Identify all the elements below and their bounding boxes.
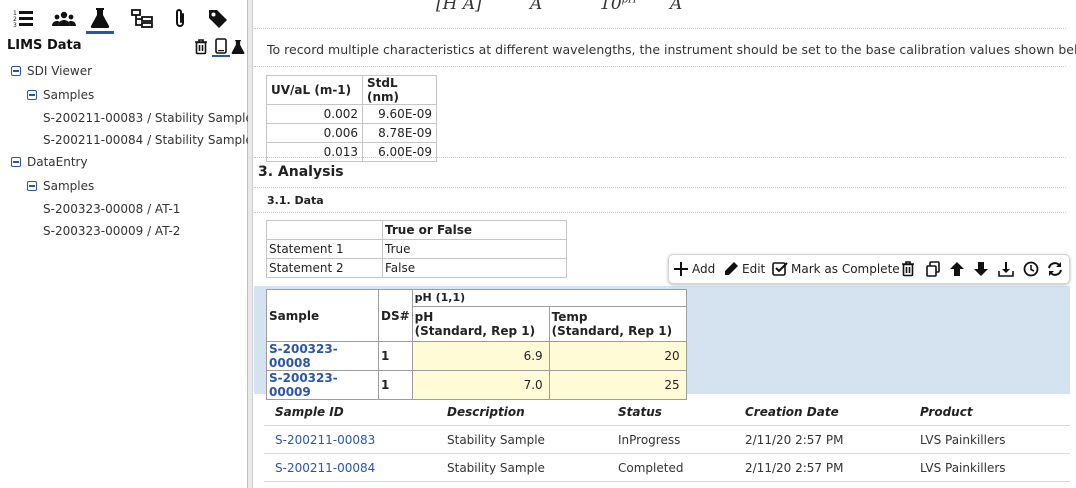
- move-up-button[interactable]: [949, 255, 968, 283]
- tree-item-samples[interactable]: Samples: [27, 176, 94, 196]
- true-false-table: True or False Statement 1 True Statement…: [266, 220, 567, 278]
- list-item[interactable]: S-200211-00083 Stability Sample InProgre…: [264, 426, 1070, 454]
- subsection-heading: 3.1. Data: [267, 194, 324, 207]
- plus-icon: [674, 262, 688, 276]
- arrow-down-icon: [974, 262, 988, 276]
- column-header: Temp (Standard, Rep 1): [548, 305, 687, 343]
- column-header: StdL (nm): [362, 75, 437, 105]
- copy-button[interactable]: [925, 255, 944, 283]
- temp-input[interactable]: 20: [548, 341, 687, 371]
- tree-item-sample[interactable]: S-200211-00084 / Stability Sample: [43, 130, 253, 150]
- data-entry-grid: Sample DS# pH (1,1) pH (Standard, Rep 1)…: [266, 289, 687, 400]
- trash-icon[interactable]: [192, 37, 210, 57]
- outline-icon[interactable]: [128, 4, 156, 34]
- column-header[interactable]: Description: [447, 398, 525, 426]
- lims-header: LIMS Data: [0, 36, 248, 58]
- left-toolbar: 123: [0, 4, 248, 34]
- edit-button[interactable]: Edit: [723, 255, 765, 283]
- table-row: S-200323-00008 1 6.9 20: [266, 341, 687, 371]
- tree-item-sample[interactable]: S-200323-00008 / AT-1: [43, 199, 180, 219]
- ph-input[interactable]: 7.0: [411, 370, 550, 400]
- history-button[interactable]: [1023, 255, 1042, 283]
- sample-list: Sample ID Description Status Creation Da…: [264, 398, 1070, 482]
- arrow-up-icon: [950, 262, 964, 276]
- collapse-icon[interactable]: [27, 90, 37, 100]
- pencil-icon: [725, 262, 738, 275]
- column-header: UV/aL (m-1): [266, 75, 363, 105]
- table-row: S-200323-00009 1 7.0 25: [266, 370, 687, 400]
- tag-icon[interactable]: [204, 4, 232, 34]
- column-header: pH (Standard, Rep 1): [411, 305, 550, 343]
- paperclip-icon[interactable]: [166, 4, 194, 34]
- left-panel: 123 LIMS Data SDI Viewer Samples S-20021…: [0, 0, 253, 488]
- sample-link[interactable]: S-200323-00008: [266, 341, 379, 371]
- list-item[interactable]: S-200211-00084 Stability Sample Complete…: [264, 454, 1070, 482]
- panel-title: LIMS Data: [7, 38, 82, 53]
- users-group-icon[interactable]: [50, 4, 78, 34]
- ph-input[interactable]: 6.9: [411, 341, 550, 371]
- tree-item-dataentry[interactable]: DataEntry: [11, 152, 88, 172]
- column-header: True or False: [382, 220, 567, 240]
- flask-icon[interactable]: [86, 4, 114, 34]
- collapse-icon[interactable]: [11, 66, 21, 76]
- temp-input[interactable]: 25: [548, 370, 687, 400]
- clock-icon: [1023, 261, 1039, 277]
- move-down-button[interactable]: [973, 255, 992, 283]
- table-row: Statement 1 True: [266, 239, 567, 259]
- group-header: pH (1,1): [411, 289, 687, 307]
- download-button[interactable]: [998, 255, 1017, 283]
- column-header: DS#: [378, 289, 413, 342]
- calibration-table: UV/aL (m-1) StdL (nm) 0.002 9.60E-09 0.0…: [266, 75, 437, 162]
- table-row: 0.013 6.00E-09: [266, 142, 437, 162]
- list-header: Sample ID Description Status Creation Da…: [264, 398, 1070, 426]
- divider: [254, 187, 1066, 188]
- add-button[interactable]: Add: [673, 255, 715, 283]
- refresh-button[interactable]: [1047, 255, 1066, 283]
- tablet-icon[interactable]: [212, 37, 230, 57]
- numbered-list-icon[interactable]: 123: [10, 4, 38, 34]
- column-header[interactable]: Product: [920, 398, 973, 426]
- refresh-icon: [1048, 262, 1062, 276]
- sample-link[interactable]: S-200323-00009: [266, 370, 379, 400]
- column-header[interactable]: Sample ID: [275, 398, 344, 426]
- checkbox-check-icon: [772, 262, 788, 276]
- document-content: [H A] A 10pH A To record multiple charac…: [254, 0, 1076, 488]
- tree-item-sample[interactable]: S-200211-00083 / Stability Sample: [43, 108, 253, 128]
- table-row: 0.002 9.60E-09: [266, 104, 437, 124]
- trash-icon: [902, 261, 914, 277]
- tree-item-samples[interactable]: Samples: [27, 85, 94, 105]
- flask-small-icon[interactable]: [229, 37, 247, 57]
- collapse-icon[interactable]: [27, 181, 37, 191]
- section-heading: 3. Analysis: [258, 164, 344, 180]
- instruction-text: To record multiple characteristics at di…: [267, 42, 1076, 57]
- action-toolbar: Add Edit Mark as Complete: [668, 254, 1070, 284]
- table-row: 0.006 8.78E-09: [266, 123, 437, 143]
- divider: [254, 28, 1066, 29]
- sample-id-link[interactable]: S-200211-00084: [275, 454, 375, 482]
- sample-id-link[interactable]: S-200211-00083: [275, 426, 375, 454]
- divider: [254, 66, 1066, 67]
- download-icon: [998, 262, 1014, 277]
- svg-text:3: 3: [13, 22, 17, 29]
- table-row: Statement 2 False: [266, 258, 567, 278]
- delete-button[interactable]: [901, 255, 918, 283]
- column-header: Sample: [266, 289, 379, 342]
- divider: [254, 157, 1066, 158]
- tree-item-sdi-viewer[interactable]: SDI Viewer: [11, 61, 92, 81]
- copy-icon: [926, 261, 940, 277]
- collapse-icon[interactable]: [11, 157, 21, 167]
- divider: [254, 212, 1066, 213]
- column-header[interactable]: Creation Date: [745, 398, 839, 426]
- tree-item-sample[interactable]: S-200323-00009 / AT-2: [43, 221, 180, 241]
- mark-complete-button[interactable]: Mark as Complete: [772, 255, 900, 283]
- column-header[interactable]: Status: [618, 398, 662, 426]
- panel-splitter[interactable]: [248, 0, 253, 488]
